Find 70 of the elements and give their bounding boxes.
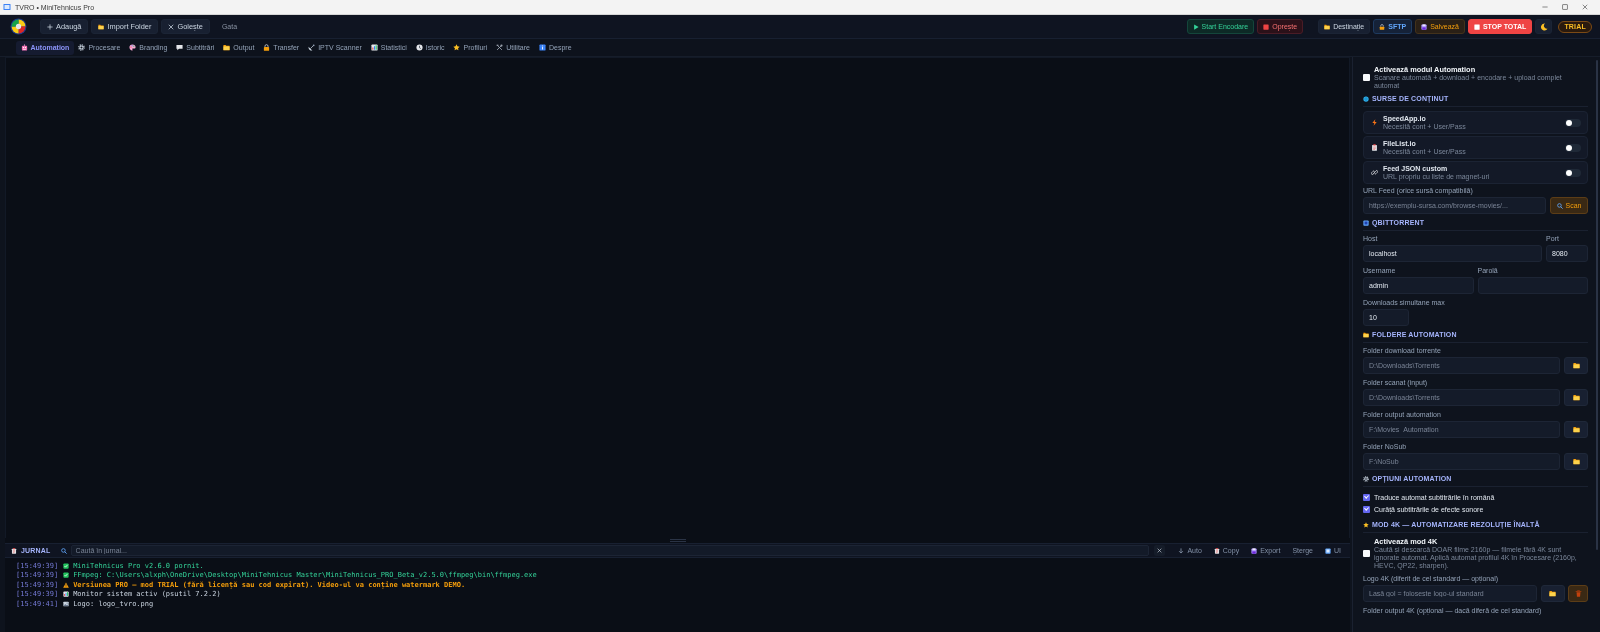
folder-icon	[98, 23, 105, 30]
browse-button[interactable]	[1564, 357, 1588, 374]
toggle-switch[interactable]	[1565, 118, 1581, 127]
lock-icon	[263, 44, 271, 51]
link-icon	[1371, 169, 1378, 176]
robot-icon	[20, 44, 28, 51]
info-icon	[538, 44, 546, 51]
arrow-down-icon	[1178, 547, 1185, 554]
folder-icon	[1324, 23, 1331, 30]
stop-icon	[1473, 23, 1480, 30]
moon-icon	[1539, 22, 1548, 31]
lock-icon	[1379, 23, 1386, 30]
emblem-icon	[10, 18, 27, 35]
plus-icon	[47, 23, 53, 30]
search-icon	[1556, 202, 1563, 209]
folder-icon	[1572, 458, 1580, 465]
warning-icon	[63, 581, 70, 588]
lightning-icon	[1371, 119, 1378, 126]
speech-bubble-icon	[176, 44, 184, 51]
folder-icon	[1572, 394, 1580, 401]
delete-button[interactable]	[1568, 585, 1588, 602]
browse-button[interactable]	[1540, 585, 1565, 602]
checkbox[interactable]	[1363, 550, 1370, 557]
theme-button[interactable]	[1535, 19, 1553, 34]
clear-search-button[interactable]	[1154, 545, 1166, 556]
star-icon	[1363, 522, 1369, 528]
cross-icon	[168, 23, 175, 30]
palette-icon	[129, 44, 137, 51]
picture-icon	[63, 600, 70, 607]
check-icon	[63, 562, 70, 569]
clipboard-icon	[1213, 547, 1220, 554]
folder-icon	[1572, 426, 1580, 433]
checkbox[interactable]	[1363, 493, 1370, 501]
stop-icon	[1263, 23, 1270, 30]
play-icon	[1192, 23, 1199, 30]
tools-icon	[496, 44, 504, 51]
clipboard-icon	[1371, 144, 1378, 151]
bar-chart-icon	[63, 591, 70, 598]
cross-icon	[1157, 548, 1163, 553]
browse-button[interactable]	[1564, 453, 1588, 470]
maximize-icon[interactable]	[1562, 4, 1568, 10]
floppy-disk-icon	[1251, 547, 1258, 554]
star-icon	[453, 44, 461, 51]
folder-icon	[1572, 362, 1580, 369]
checkbox[interactable]	[1363, 505, 1370, 513]
clipboard-icon	[11, 547, 17, 554]
close-icon[interactable]	[1582, 4, 1588, 10]
floppy-disk-icon	[1421, 23, 1428, 30]
check-icon	[63, 572, 70, 579]
clock-icon	[415, 44, 423, 51]
browse-button[interactable]	[1564, 389, 1588, 406]
folder-icon	[1363, 332, 1369, 338]
toggle-switch[interactable]	[1565, 168, 1581, 177]
square-tile-icon	[1325, 547, 1331, 554]
search-icon	[60, 547, 67, 554]
globe-icon	[1363, 96, 1369, 102]
toggle-switch[interactable]	[1565, 143, 1581, 152]
folder-icon	[223, 44, 231, 51]
app-icon	[3, 3, 11, 11]
checkbox[interactable]	[1363, 74, 1370, 81]
bar-chart-icon	[370, 44, 378, 51]
folder-icon	[1549, 590, 1556, 597]
satellite-icon	[308, 44, 316, 51]
password-field[interactable]	[1477, 277, 1588, 294]
gear-icon	[78, 44, 86, 51]
square-tile-icon	[1363, 220, 1369, 226]
browse-button[interactable]	[1564, 421, 1588, 438]
scrollbar-thumb[interactable]	[1596, 60, 1598, 550]
trash-icon	[1574, 590, 1582, 597]
gear-icon	[1363, 476, 1369, 482]
